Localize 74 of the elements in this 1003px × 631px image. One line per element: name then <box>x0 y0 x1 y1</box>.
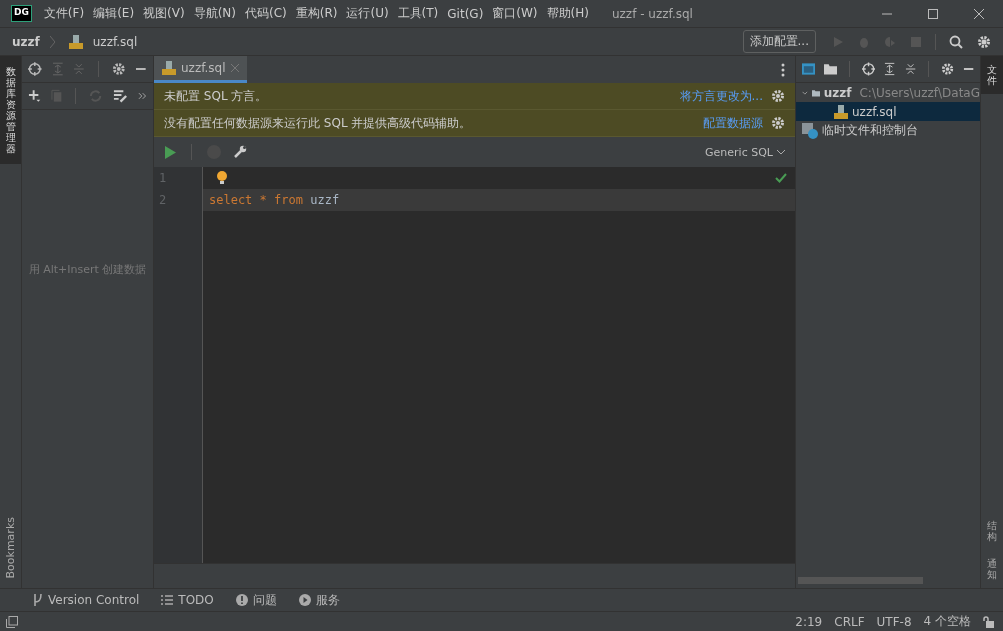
status-item[interactable]: 2:19 <box>795 614 823 629</box>
folder-icon[interactable] <box>824 63 838 75</box>
settings-icon[interactable] <box>771 89 785 103</box>
banner-text: 没有配置任何数据源来运行此 SQL 并提供高级代码辅助。 <box>164 114 472 132</box>
status-item[interactable]: 4 个空格 <box>923 613 971 630</box>
data-source-properties-icon[interactable] <box>112 89 128 103</box>
locate-icon[interactable] <box>862 62 876 76</box>
tool-window-tab[interactable]: 通知 <box>981 550 1003 588</box>
tree-item[interactable]: uzzf C:\Users\uzzf\DataG <box>796 83 980 102</box>
tool-window-button[interactable]: TODO <box>161 593 214 607</box>
more-options-icon[interactable] <box>781 62 785 77</box>
panels-icon[interactable] <box>6 615 18 628</box>
add-configuration-button[interactable]: 添加配置... <box>742 30 816 53</box>
run-icon[interactable] <box>164 145 176 159</box>
lightbulb-icon[interactable] <box>217 171 227 185</box>
breadcrumb-item[interactable]: uzzf.sql <box>92 34 138 49</box>
menu-item[interactable]: 导航(N) <box>193 5 236 22</box>
settings-icon[interactable] <box>111 62 126 76</box>
sql-file-icon <box>162 61 176 75</box>
search-icon[interactable] <box>949 34 963 49</box>
tree-item[interactable]: uzzf.sql <box>796 102 980 121</box>
banner-link[interactable]: 将方言更改为... <box>679 87 763 105</box>
tool-window-tab[interactable]: 文件 <box>981 56 1003 94</box>
play-icon <box>298 594 311 606</box>
menu-item[interactable]: Git(G) <box>447 6 484 21</box>
settings-icon[interactable] <box>940 62 954 76</box>
sql-file-icon <box>834 104 848 119</box>
app-logo: DG <box>11 5 32 22</box>
tool-window-button[interactable]: 问题 <box>235 591 277 609</box>
scratch-console-icon <box>802 122 818 139</box>
menu-item[interactable]: 代码(C) <box>245 5 287 22</box>
tree-item[interactable]: 临时文件和控制台 <box>796 121 980 140</box>
unlock-icon[interactable] <box>983 615 995 628</box>
tool-window-button[interactable]: 服务 <box>298 591 340 609</box>
menu-item[interactable]: 视图(V) <box>143 5 185 22</box>
status-item[interactable]: CRLF <box>834 614 865 629</box>
caret-icon <box>777 149 785 155</box>
menu-item[interactable]: 窗口(W) <box>492 5 538 22</box>
tab-label: uzzf.sql <box>181 61 226 75</box>
menu-item[interactable]: 重构(R) <box>295 5 338 22</box>
settings-icon[interactable] <box>977 34 991 49</box>
tool-window-button[interactable]: Version Control <box>33 593 140 607</box>
tool-window-tab[interactable]: 结构 <box>981 512 1003 550</box>
editor-tab[interactable]: uzzf.sql <box>154 56 247 83</box>
banner-text: 未配置 SQL 方言。 <box>164 87 268 105</box>
menu-item[interactable]: 工具(T) <box>397 5 439 22</box>
menu-item[interactable]: 文件(F) <box>43 5 85 22</box>
database-explorer-tab[interactable]: 数据库资源管理器 <box>0 56 21 164</box>
breadcrumb-item[interactable]: uzzf <box>12 34 40 49</box>
dialect-dropdown[interactable]: Generic SQL <box>705 145 773 159</box>
wrench-icon[interactable] <box>233 145 247 159</box>
settings-icon[interactable] <box>771 116 785 130</box>
bookmarks-tab[interactable]: Bookmarks <box>0 506 21 588</box>
folder-path: C:\Users\uzzf\DataG <box>859 85 980 100</box>
more-icon[interactable] <box>137 91 147 101</box>
list-icon <box>161 595 174 605</box>
add-icon[interactable] <box>28 89 42 103</box>
chevron-icon <box>49 35 55 48</box>
maximize-icon[interactable] <box>927 7 939 20</box>
window-title: uzzf - uzzf.sql <box>611 6 694 21</box>
menu-item[interactable]: 编辑(E) <box>93 5 135 22</box>
branch-icon <box>33 594 43 606</box>
locate-icon[interactable] <box>28 62 42 76</box>
exclamation-icon <box>235 594 248 606</box>
horizontal-scrollbar[interactable] <box>798 577 923 584</box>
window-icon[interactable] <box>802 63 816 75</box>
close-icon[interactable] <box>973 7 985 20</box>
menu-item[interactable]: 帮助(H) <box>546 5 589 22</box>
checkmark-icon <box>775 173 787 183</box>
sql-file-icon <box>68 34 83 49</box>
menu-item[interactable]: 运行(U) <box>346 5 389 22</box>
banner-link[interactable]: 配置数据源 <box>703 114 763 132</box>
code-line: select * from uzzf <box>209 193 340 207</box>
status-item[interactable]: UTF-8 <box>876 614 912 629</box>
